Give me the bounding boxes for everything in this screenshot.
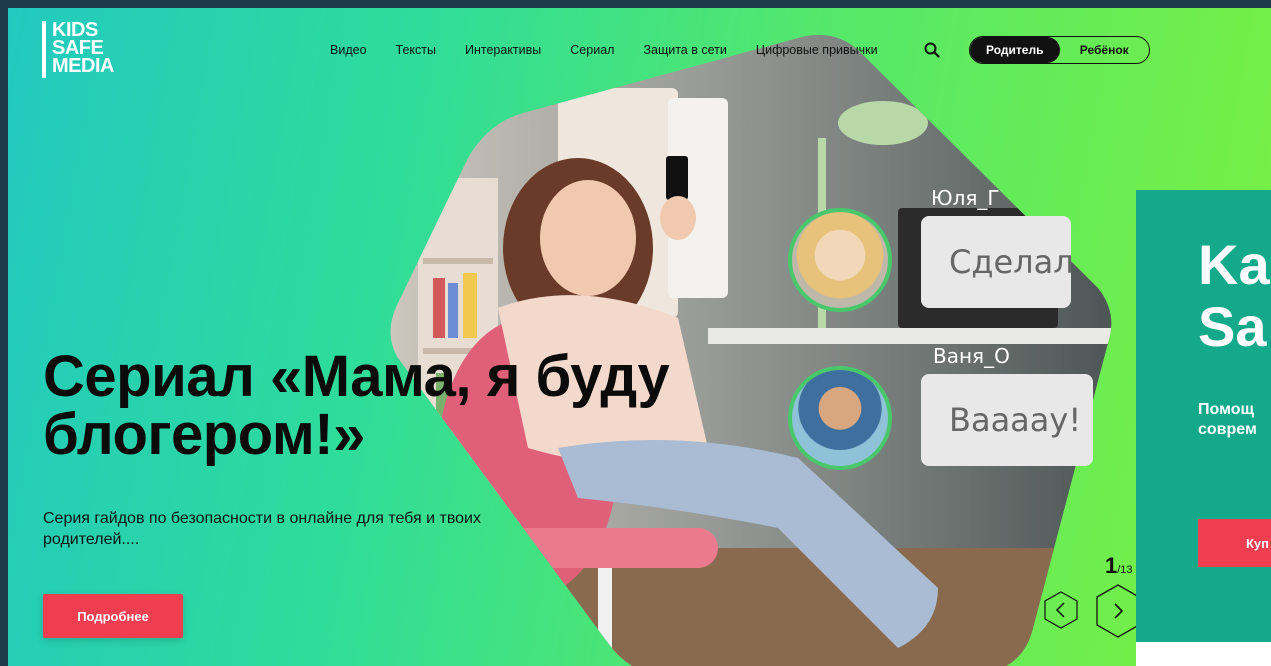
nav-item-online-safety[interactable]: Защита в сети (643, 43, 726, 57)
chat-username-1: Юля_Г (931, 186, 1000, 210)
slide-current: 1 (1105, 553, 1118, 578)
chat-username-2: Ваня_О (933, 344, 1010, 368)
next-slide-footer (1136, 642, 1271, 666)
nav-item-texts[interactable]: Тексты (396, 43, 436, 57)
logo[interactable]: KIDS SAFE MEDIA (42, 20, 114, 78)
hero-title-line-2: блогером!» (43, 402, 365, 467)
chevron-left-icon[interactable] (1041, 590, 1081, 630)
next-slide-description: Помощ соврем (1198, 400, 1257, 440)
hero-description: Серия гайдов по безопасности в онлайне д… (43, 508, 603, 550)
next-slide-desc-line-1: Помощ (1198, 401, 1254, 418)
slide-total: /13 (1117, 564, 1133, 576)
role-toggle: Родитель Ребёнок (969, 36, 1150, 64)
nav-item-series[interactable]: Сериал (570, 43, 614, 57)
search-icon[interactable] (924, 42, 940, 58)
next-slide-desc-line-2: соврем (1198, 421, 1257, 438)
next-slide-button[interactable]: Куп (1198, 519, 1271, 567)
page: Юля_Г Сделал Ваня_О Вааааy! KIDS SAFE ME… (8, 8, 1271, 666)
role-parent-button[interactable]: Родитель (970, 37, 1060, 63)
nav-item-video[interactable]: Видео (330, 43, 367, 57)
next-slide-title-line-1: Ka (1198, 233, 1270, 296)
nav-item-digital-habits[interactable]: Цифровые привычки (756, 43, 878, 57)
nav-item-interactives[interactable]: Интерактивы (465, 43, 541, 57)
hero-title-line-1: Сериал «Мама, я буду (43, 344, 670, 409)
role-child-button[interactable]: Ребёнок (1060, 37, 1150, 63)
logo-bar (42, 21, 46, 78)
hero-title: Сериал «Мама, я буду блогером!» (43, 348, 803, 464)
slide-counter: 1/13 (1105, 553, 1133, 579)
hero-description-line-1: Серия гайдов по безопасности в онлайне д… (43, 510, 481, 527)
logo-line-3: MEDIA (52, 55, 114, 77)
next-slide-card[interactable]: Ka Sa Помощ соврем Куп (1136, 190, 1271, 666)
hero-description-line-2: родителей.... (43, 531, 140, 548)
chat-bubble-2: Вааааy! (921, 374, 1093, 466)
avatar-1 (788, 208, 892, 312)
next-slide-title-line-2: Sa (1198, 295, 1267, 358)
chat-bubble-1: Сделал (921, 216, 1071, 308)
next-slide-title: Ka Sa (1198, 234, 1270, 358)
main-nav: Видео Тексты Интерактивы Сериал Защита в… (330, 43, 907, 57)
more-button[interactable]: Подробнее (43, 594, 183, 638)
logo-text: KIDS SAFE MEDIA (52, 20, 114, 78)
avatar-2 (788, 366, 892, 470)
